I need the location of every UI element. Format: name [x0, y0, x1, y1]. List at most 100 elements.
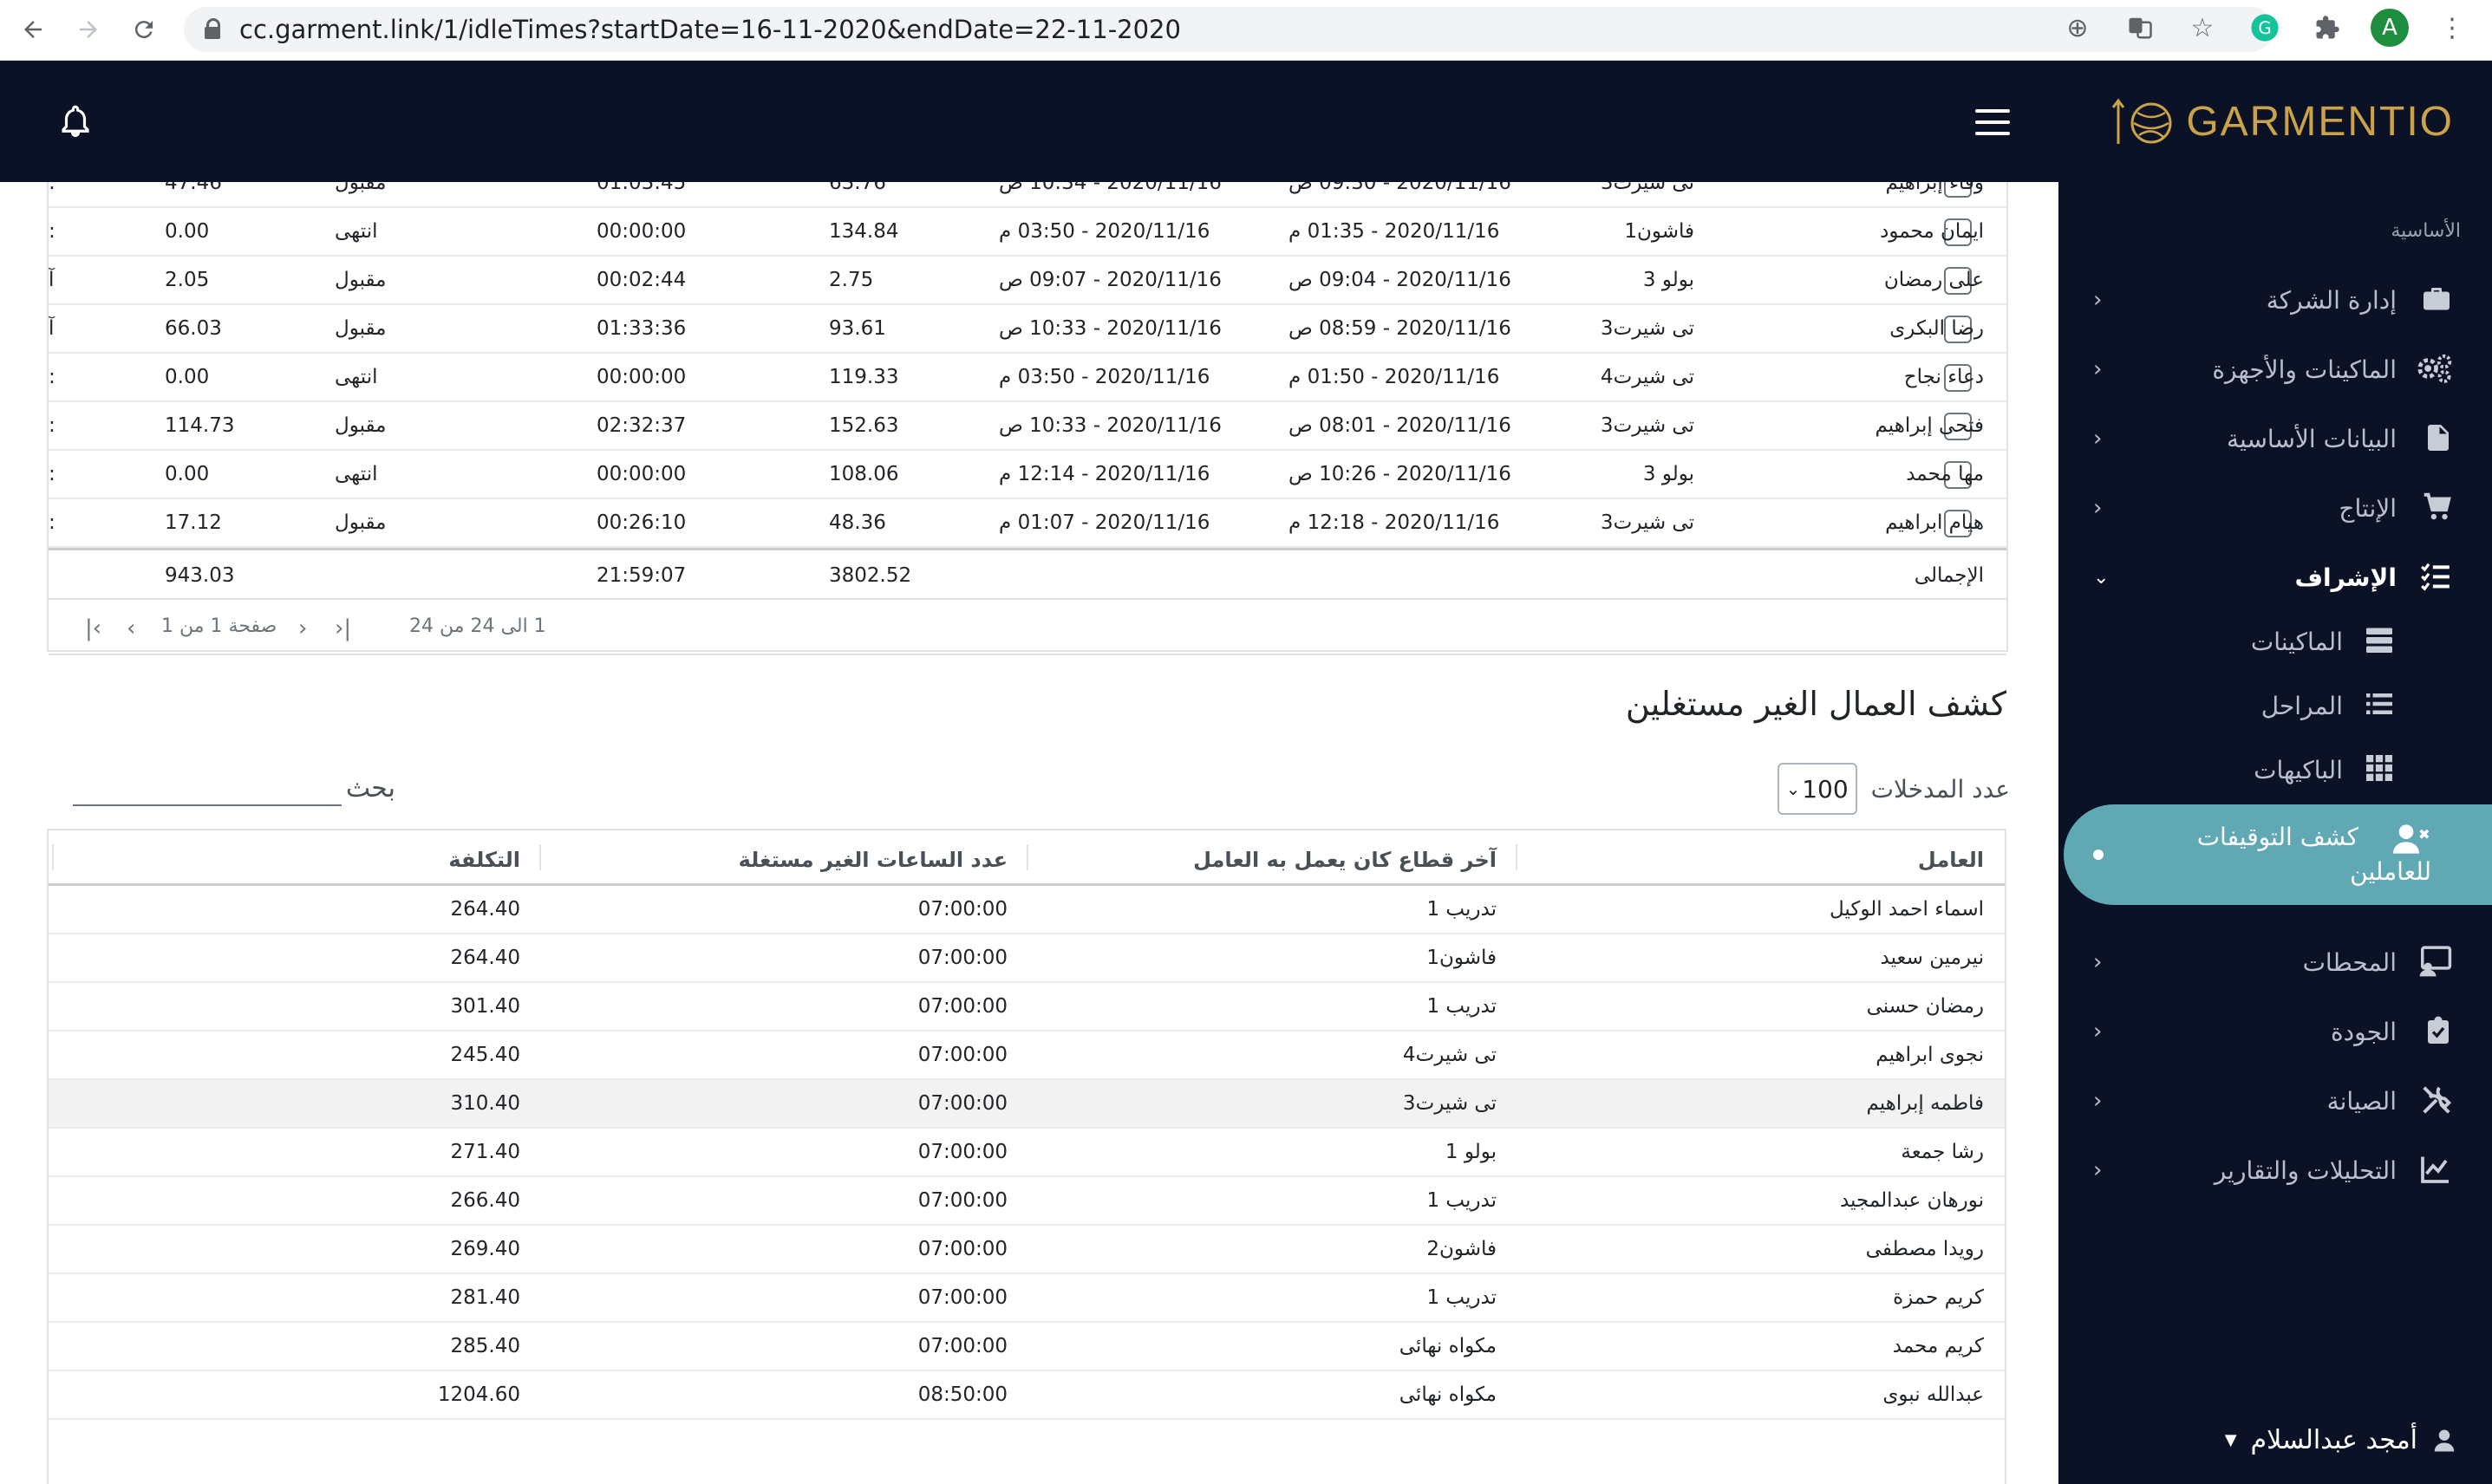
table-row[interactable]: نيرمين سعيد فاشون1 07:00:00 264.40	[49, 934, 2005, 983]
sidebar-item-machines-devices[interactable]: الماكينات والأجهزة ‹	[2058, 343, 2492, 395]
end-time: 2020/11/16 - 10:33 ص	[999, 414, 1222, 437]
worker-name: رضا البكرى	[1889, 317, 1984, 340]
worker-name: مها محمد	[1906, 463, 1984, 485]
chevron-left-icon: ‹	[2093, 356, 2103, 382]
notification-bell-icon[interactable]	[57, 102, 94, 139]
worker-name: فاطمه إبراهيم	[1866, 1092, 1985, 1115]
table-row[interactable]: نورهان عبدالمجيد تدريب 1 07:00:00 266.40	[49, 1177, 2005, 1226]
table-header: العامل آخر قطاع كان يعمل به العامل عدد ا…	[49, 830, 2005, 886]
table-row: ايمان محمود فاشون1 2020/11/16 - 01:35 م 202…	[49, 208, 2006, 257]
header-worker[interactable]: العامل	[1918, 848, 1984, 872]
sidebar-item-label: البيانات الأساسية	[2227, 424, 2397, 453]
worker-name: ايمان محمود	[1880, 220, 1984, 243]
last-line: تدريب 1	[1426, 995, 1497, 1018]
clipped-cell: آ	[49, 317, 55, 340]
table-row[interactable]: كريم محمد مكواه نهائى 07:00:00 285.40	[49, 1323, 2005, 1371]
table-row[interactable]: فاطمه إبراهيم تى شيرت3 07:00:00 310.40	[49, 1080, 2005, 1129]
entries-label: عدد المدخلات	[1870, 774, 2010, 804]
last-line: فاشون2	[1426, 1238, 1497, 1260]
table-row: وفاء إبراهيم تى شيرت3 2020/11/16 - 09:30 ص…	[49, 182, 2006, 208]
user-menu[interactable]: أمجد عبدالسلام ▼	[2225, 1425, 2457, 1455]
grammarly-icon[interactable]: G	[2246, 9, 2284, 47]
clipped-cell: :	[49, 414, 55, 437]
profile-avatar[interactable]: A	[2371, 9, 2409, 47]
line-name: تى شيرت4	[1600, 366, 1694, 388]
idle-hours: 07:00:00	[917, 1189, 1008, 1212]
cost-value: 1204.60	[437, 1383, 520, 1406]
table-row[interactable]: رمضان حسنى تدريب 1 07:00:00 301.40	[49, 983, 2005, 1032]
table-row: رضا البكرى تى شيرت3 2020/11/16 - 08:59 ص 20…	[49, 305, 2006, 354]
prev-page-icon[interactable]: ›	[127, 615, 135, 641]
clipboard-check-icon	[2416, 1014, 2454, 1049]
extensions-icon[interactable]	[2308, 9, 2346, 47]
back-icon[interactable]	[9, 5, 57, 54]
table-row[interactable]: رشا جمعة بولو 1 07:00:00 271.40	[49, 1129, 2005, 1177]
table-row[interactable]: اسماء احمد الوكيل تدريب 1 07:00:00 264.40	[49, 886, 2005, 934]
table-row[interactable]: كريم حمزة تدريب 1 07:00:00 281.40	[49, 1274, 2005, 1323]
cost-value: 0.00	[165, 220, 210, 243]
cost-value: 0.00	[165, 366, 210, 388]
active-label-line2: للعاملين	[2350, 857, 2431, 886]
sidebar-item-analytics-reports[interactable]: التحليلات والتقارير ‹	[2058, 1144, 2492, 1196]
sidebar-item-production[interactable]: الإنتاج ‹	[2058, 482, 2492, 534]
chevron-left-icon: ‹	[2093, 1157, 2103, 1183]
line-name: فاشون1	[1624, 220, 1694, 243]
add-tab-icon[interactable]: ⊕	[2058, 9, 2097, 47]
header-last-line[interactable]: آخر قطاع كان يعمل به العامل	[1193, 848, 1497, 872]
translate-icon[interactable]	[2121, 9, 2159, 47]
cost-value: 266.40	[450, 1189, 520, 1212]
checklist-icon	[2416, 560, 2454, 595]
start-time: 2020/11/16 - 01:50 م	[1288, 366, 1500, 388]
forward-icon[interactable]	[64, 5, 113, 54]
last-page-icon[interactable]: |‹	[335, 615, 351, 641]
entries-select[interactable]: ⌄ 100	[1777, 763, 1857, 815]
bookmark-star-icon[interactable]: ☆	[2183, 9, 2221, 47]
sidebar-subitem-worker-stoppages[interactable]: كشف التوقيفات للعاملين	[2064, 804, 2492, 905]
start-time: 2020/11/16 - 08:01 ص	[1288, 414, 1511, 437]
line-name: تى شيرت3	[1600, 182, 1694, 194]
sidebar-item-label: الجودة	[2331, 1017, 2397, 1046]
table-row[interactable]: نجوى ابراهيم تى شيرت4 07:00:00 245.40	[49, 1032, 2005, 1080]
production-value: 48.36	[829, 511, 886, 534]
cost-value: 301.40	[450, 995, 520, 1018]
address-bar[interactable]: cc.garment.link/1/idleTimes?startDate=16…	[184, 7, 2273, 52]
header-cost[interactable]: التكلفة	[448, 848, 520, 872]
logo[interactable]: GARMENTIO	[2111, 94, 2454, 149]
sidebar-item-maintenance[interactable]: الصيانة ‹	[2058, 1075, 2492, 1127]
total-label: الإجمالى	[1914, 564, 1984, 587]
sidebar-item-company[interactable]: إدارة الشركة ‹	[2058, 274, 2492, 326]
table-row: على رمضان بولو 3 2020/11/16 - 09:04 ص 2020/…	[49, 257, 2006, 305]
sidebar-item-label: المراحل	[2260, 691, 2343, 720]
sidebar-item-quality[interactable]: الجودة ‹	[2058, 1006, 2492, 1058]
reload-icon[interactable]	[120, 5, 168, 54]
sidebar-item-label: الإشراف	[2294, 563, 2397, 592]
table-row[interactable]: عبدالله نبوى مكواه نهائى 08:50:00 1204.60	[49, 1371, 2005, 1420]
idle-hours: 07:00:00	[917, 1238, 1008, 1260]
station-icon	[2416, 945, 2454, 980]
first-page-icon[interactable]: ›|	[85, 615, 101, 641]
end-time: 2020/11/16 - 12:14 م	[999, 463, 1210, 485]
browser-menu-icon[interactable]: ⋮	[2433, 9, 2471, 47]
next-page-icon[interactable]: ‹	[298, 615, 307, 641]
menu-toggle-icon[interactable]	[1975, 109, 2010, 135]
search-label: بحث	[345, 773, 395, 804]
active-indicator	[2093, 849, 2104, 860]
duration: 00:02:44	[597, 269, 687, 291]
sidebar-subitem-machines[interactable]: الماكينات	[2058, 615, 2492, 667]
cost-value: 271.40	[450, 1141, 520, 1163]
sidebar-item-stations[interactable]: المحطات ‹	[2058, 936, 2492, 988]
sidebar-item-master-data[interactable]: البيانات الأساسية ‹	[2058, 413, 2492, 465]
worker-name: هيام ابراهيم	[1885, 511, 1984, 534]
worker-name: رويدا مصطفى	[1865, 1238, 1984, 1260]
sidebar-item-supervision[interactable]: الإشراف ⌄	[2058, 551, 2492, 603]
chevron-down-icon: ⌄	[1785, 778, 1801, 799]
worker-name: نورهان عبدالمجيد	[1839, 1189, 1984, 1212]
header-idle-hours[interactable]: عدد الساعات الغير مستغلة	[739, 848, 1008, 872]
table-row[interactable]: رويدا مصطفى فاشون2 07:00:00 269.40	[49, 1226, 2005, 1274]
sidebar-subitem-bundles[interactable]: الباكيهات	[2058, 744, 2492, 796]
search-input[interactable]	[73, 804, 342, 806]
clipped-cell: :	[49, 511, 55, 534]
sidebar-subitem-stages[interactable]: المراحل	[2058, 680, 2492, 732]
sidebar-item-label: الباكيهات	[2254, 755, 2343, 784]
sidebar-section-label: الأساسية	[2391, 220, 2461, 242]
